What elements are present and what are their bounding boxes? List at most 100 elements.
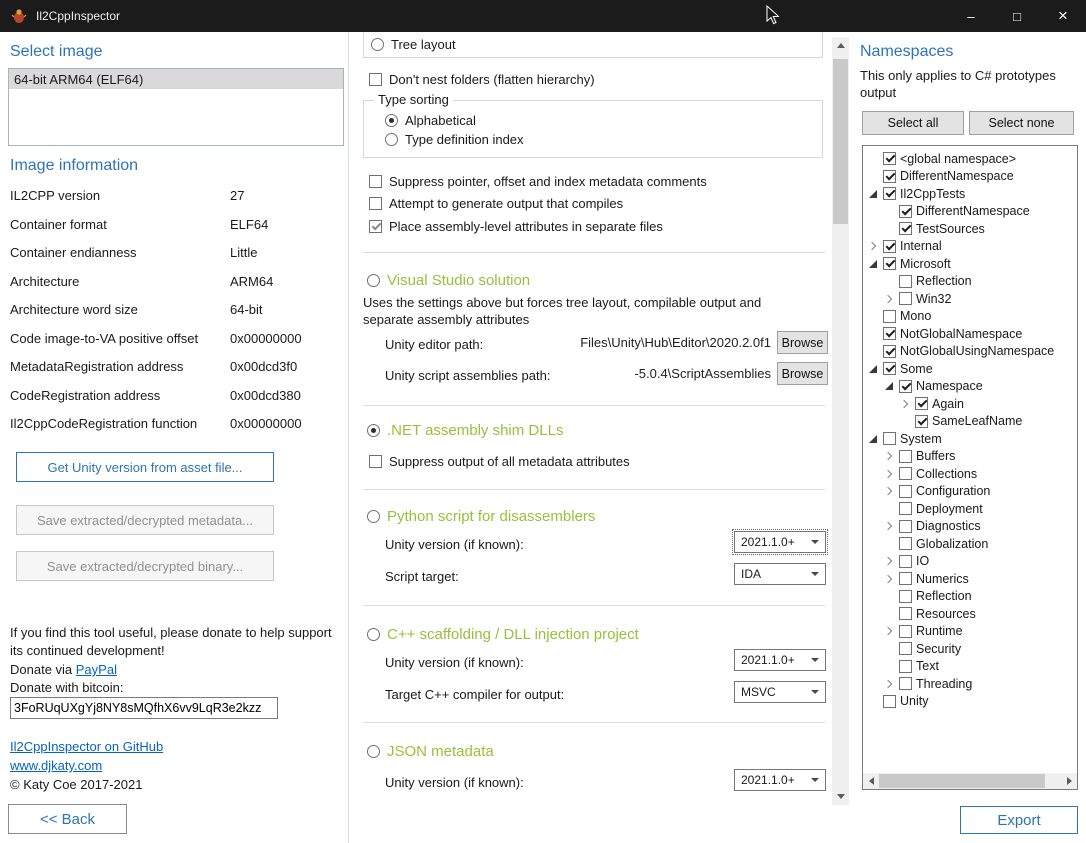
browse-assemblies-path-button[interactable]: Browse: [777, 362, 828, 385]
unity-editor-path-field[interactable]: Files\Unity\Hub\Editor\2020.2.0f1: [499, 335, 771, 355]
namespace-checkbox[interactable]: [899, 555, 912, 568]
back-button[interactable]: << Back: [8, 804, 127, 834]
tree-item-differentnamespace[interactable]: DifferentNamespace: [863, 168, 1077, 186]
namespace-checkbox[interactable]: [899, 502, 912, 515]
minimize-icon[interactable]: –: [948, 0, 994, 32]
sort-alphabetical-radio[interactable]: [385, 114, 398, 127]
tree-item-some[interactable]: Some: [863, 360, 1077, 378]
expander-collapsed-icon[interactable]: [883, 293, 895, 305]
separate-attributes-option[interactable]: Place assembly-level attributes in separ…: [369, 217, 663, 235]
tree-item-buffers[interactable]: Buffers: [863, 448, 1077, 466]
tree-item-il2cpptests[interactable]: Il2CppTests: [863, 185, 1077, 203]
scroll-down-icon[interactable]: [832, 788, 849, 805]
namespace-checkbox[interactable]: [899, 677, 912, 690]
expander-collapsed-icon[interactable]: [883, 468, 895, 480]
tree-item-threading[interactable]: Threading: [863, 675, 1077, 693]
python-unity-version-select[interactable]: 2021.1.0+: [734, 531, 826, 553]
tree-item-microsoft[interactable]: Microsoft: [863, 255, 1077, 273]
namespace-checkbox[interactable]: [899, 292, 912, 305]
tree-item-text[interactable]: Text: [863, 658, 1077, 676]
script-target-select[interactable]: IDA: [734, 563, 826, 585]
expander-collapsed-icon[interactable]: [883, 520, 895, 532]
tree-item-global-namespace[interactable]: <global namespace>: [863, 150, 1077, 168]
expander-expanded-icon[interactable]: [883, 380, 895, 392]
tree-item-namespace[interactable]: Namespace: [863, 378, 1077, 396]
namespace-checkbox[interactable]: [899, 485, 912, 498]
namespace-checkbox[interactable]: [883, 432, 896, 445]
tree-item-differentnamespace[interactable]: DifferentNamespace: [863, 203, 1077, 221]
tree-item-io[interactable]: IO: [863, 553, 1077, 571]
namespace-checkbox[interactable]: [883, 310, 896, 323]
maximize-icon[interactable]: □: [994, 0, 1040, 32]
expander-expanded-icon[interactable]: [867, 188, 879, 200]
json-metadata-radio[interactable]: [367, 745, 380, 758]
export-button[interactable]: Export: [960, 806, 1078, 834]
namespace-checkbox[interactable]: [899, 607, 912, 620]
namespace-checkbox[interactable]: [883, 345, 896, 358]
tree-item-resources[interactable]: Resources: [863, 605, 1077, 623]
namespace-checkbox[interactable]: [899, 275, 912, 288]
suppress-metadata-option[interactable]: Suppress output of all metadata attribut…: [369, 452, 630, 470]
tree-item-testsources[interactable]: TestSources: [863, 220, 1077, 238]
tree-item-numerics[interactable]: Numerics: [863, 570, 1077, 588]
dotnet-shim-option[interactable]: .NET assembly shim DLLs: [367, 420, 563, 440]
image-list-item[interactable]: 64-bit ARM64 (ELF64): [9, 69, 343, 89]
sort-alphabetical-option[interactable]: Alphabetical: [385, 111, 476, 129]
namespace-checkbox[interactable]: [899, 205, 912, 218]
namespace-checkbox[interactable]: [899, 450, 912, 463]
tree-item-mono[interactable]: Mono: [863, 308, 1077, 326]
namespace-checkbox[interactable]: [883, 257, 896, 270]
compilable-output-checkbox[interactable]: [369, 197, 382, 210]
tree-item-unity[interactable]: Unity: [863, 693, 1077, 711]
namespace-checkbox[interactable]: [899, 642, 912, 655]
compilable-output-option[interactable]: Attempt to generate output that compiles: [369, 194, 623, 212]
tree-item-reflection[interactable]: Reflection: [863, 588, 1077, 606]
expander-collapsed-icon[interactable]: [883, 485, 895, 497]
tree-item-notglobalnamespace[interactable]: NotGlobalNamespace: [863, 325, 1077, 343]
tree-hscrollbar[interactable]: [863, 773, 1077, 789]
tree-item-configuration[interactable]: Configuration: [863, 483, 1077, 501]
expander-collapsed-icon[interactable]: [883, 678, 895, 690]
tree-item-notglobalusingnamespace[interactable]: NotGlobalUsingNamespace: [863, 343, 1077, 361]
namespace-checkbox[interactable]: [899, 590, 912, 603]
cpp-unity-version-select[interactable]: 2021.1.0+: [734, 649, 826, 671]
separate-attributes-checkbox[interactable]: [369, 220, 382, 233]
sort-typedef-option[interactable]: Type definition index: [385, 130, 524, 148]
vs-solution-option[interactable]: Visual Studio solution: [367, 270, 530, 290]
middle-scrollbar-thumb[interactable]: [833, 59, 848, 224]
namespace-checkbox[interactable]: [899, 222, 912, 235]
python-script-option[interactable]: Python script for disassemblers: [367, 506, 595, 526]
save-metadata-button[interactable]: Save extracted/decrypted metadata...: [16, 505, 274, 535]
python-script-radio[interactable]: [367, 510, 380, 523]
expander-collapsed-icon[interactable]: [883, 573, 895, 585]
tree-item-reflection[interactable]: Reflection: [863, 273, 1077, 291]
tree-item-globalization[interactable]: Globalization: [863, 535, 1077, 553]
tree-layout-option[interactable]: Tree layout: [371, 35, 456, 53]
scroll-up-icon[interactable]: [832, 37, 849, 54]
expander-collapsed-icon[interactable]: [899, 398, 911, 410]
select-all-button[interactable]: Select all: [862, 111, 964, 135]
namespace-checkbox[interactable]: [899, 625, 912, 638]
suppress-metadata-checkbox[interactable]: [369, 455, 382, 468]
tree-item-sameleafname[interactable]: SameLeafName: [863, 413, 1077, 431]
expander-expanded-icon[interactable]: [867, 258, 879, 270]
tree-item-security[interactable]: Security: [863, 640, 1077, 658]
expander-expanded-icon[interactable]: [867, 433, 879, 445]
tree-item-diagnostics[interactable]: Diagnostics: [863, 518, 1077, 536]
tree-item-runtime[interactable]: Runtime: [863, 623, 1077, 641]
tree-item-internal[interactable]: Internal: [863, 238, 1077, 256]
namespace-checkbox[interactable]: [883, 327, 896, 340]
namespace-checkbox[interactable]: [899, 467, 912, 480]
tree-item-deployment[interactable]: Deployment: [863, 500, 1077, 518]
cpp-compiler-select[interactable]: MSVC: [734, 681, 826, 703]
save-binary-button[interactable]: Save extracted/decrypted binary...: [16, 551, 274, 581]
tree-item-win32[interactable]: Win32: [863, 290, 1077, 308]
unity-script-assemblies-field[interactable]: -5.0.4\ScriptAssemblies: [499, 366, 771, 386]
tree-item-collections[interactable]: Collections: [863, 465, 1077, 483]
tree-layout-radio[interactable]: [371, 38, 384, 51]
scroll-right-icon[interactable]: [1061, 773, 1077, 789]
vs-solution-radio[interactable]: [367, 274, 380, 287]
cpp-project-option[interactable]: C++ scaffolding / DLL injection project: [367, 624, 639, 644]
json-metadata-option[interactable]: JSON metadata: [367, 741, 494, 761]
scroll-left-icon[interactable]: [863, 773, 879, 789]
